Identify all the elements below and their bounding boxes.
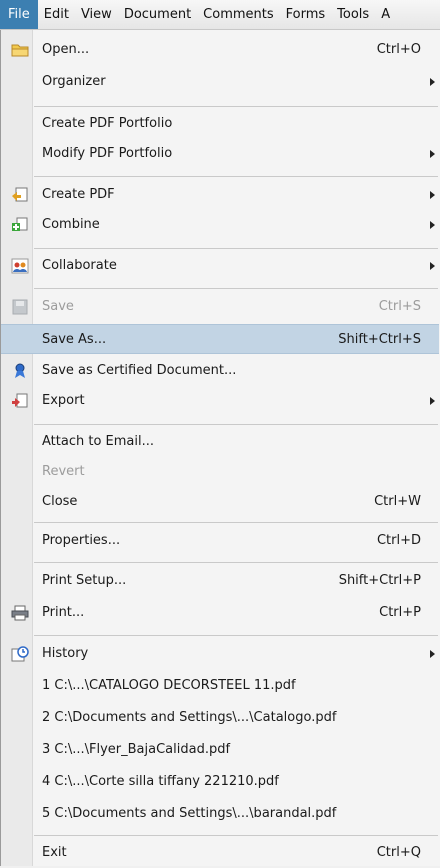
menu-item-print-setup[interactable]: Print Setup... Shift+Ctrl+P — [1, 566, 439, 596]
menu-item-label: History — [42, 646, 89, 661]
submenu-arrow-icon — [430, 262, 435, 270]
separator — [34, 635, 438, 636]
menu-item-label: 1 C:\...\CATALOGO DECORSTEEL 11.pdf — [42, 678, 296, 693]
separator — [34, 288, 438, 289]
menu-bar: File Edit View Document Comments Forms T… — [0, 0, 440, 30]
export-icon — [11, 393, 29, 409]
menu-item-label: Close — [42, 494, 78, 509]
shortcut-label: Ctrl+W — [374, 494, 421, 509]
recent-file-5[interactable]: 5 C:\Documents and Settings\...\barandal… — [1, 799, 439, 829]
certified-ribbon-icon — [11, 363, 29, 379]
menu-item-save: Save Ctrl+S — [1, 292, 439, 322]
menu-item-create-pdf-portfolio[interactable]: Create PDF Portfolio — [1, 109, 439, 139]
menu-item-label: Attach to Email... — [42, 434, 154, 449]
menu-item-combine[interactable]: Combine — [1, 210, 439, 240]
menu-item-exit[interactable]: Exit Ctrl+Q — [1, 838, 439, 868]
submenu-arrow-icon — [430, 150, 435, 158]
submenu-arrow-icon — [430, 191, 435, 199]
menu-item-attach-to-email[interactable]: Attach to Email... — [1, 427, 439, 457]
menu-document[interactable]: Document — [118, 0, 197, 29]
menu-file[interactable]: File — [0, 0, 38, 29]
menu-item-label: Create PDF Portfolio — [42, 116, 173, 131]
menu-item-revert: Revert — [1, 457, 439, 487]
menu-item-label: Save As... — [42, 332, 107, 347]
separator — [34, 522, 438, 523]
separator — [34, 106, 438, 107]
menu-item-create-pdf[interactable]: Create PDF — [1, 180, 439, 210]
menu-item-label: Save — [42, 299, 74, 314]
recent-file-3[interactable]: 3 C:\...\Flyer_BajaCalidad.pdf — [1, 735, 439, 765]
menu-item-label: Properties... — [42, 533, 121, 548]
menu-item-label: Save as Certified Document... — [42, 363, 237, 378]
menu-tools[interactable]: Tools — [331, 0, 375, 29]
separator — [34, 248, 438, 249]
menu-item-collaborate[interactable]: Collaborate — [1, 251, 439, 281]
separator — [34, 176, 438, 177]
save-icon — [11, 299, 29, 315]
menu-item-properties[interactable]: Properties... Ctrl+D — [1, 526, 439, 556]
shortcut-label: Shift+Ctrl+S — [338, 332, 421, 347]
file-menu-dropdown: Open... Ctrl+O Organizer Create PDF Port… — [0, 30, 440, 866]
submenu-arrow-icon — [430, 650, 435, 658]
recent-file-1[interactable]: 1 C:\...\CATALOGO DECORSTEEL 11.pdf — [1, 671, 439, 701]
create-pdf-icon — [11, 187, 29, 203]
menu-item-modify-pdf-portfolio[interactable]: Modify PDF Portfolio — [1, 139, 439, 169]
menu-item-label: Exit — [42, 845, 67, 860]
menu-forms[interactable]: Forms — [280, 0, 332, 29]
menu-view[interactable]: View — [75, 0, 118, 29]
menu-item-save-as-certified[interactable]: Save as Certified Document... — [1, 356, 439, 386]
menu-item-label: Create PDF — [42, 187, 115, 202]
shortcut-label: Ctrl+P — [379, 605, 421, 620]
menu-item-label: Revert — [42, 464, 85, 479]
menu-item-label: 4 C:\...\Corte silla tiffany 221210.pdf — [42, 774, 279, 789]
menu-item-history[interactable]: History — [1, 639, 439, 669]
shortcut-label: Ctrl+S — [378, 299, 421, 314]
menu-item-open[interactable]: Open... Ctrl+O — [1, 35, 439, 65]
shortcut-label: Ctrl+O — [376, 42, 421, 57]
recent-file-2[interactable]: 2 C:\Documents and Settings\...\Catalogo… — [1, 703, 439, 733]
shortcut-label: Ctrl+Q — [376, 845, 421, 860]
submenu-arrow-icon — [430, 78, 435, 86]
menu-edit[interactable]: Edit — [38, 0, 75, 29]
menu-item-label: Collaborate — [42, 258, 117, 273]
menu-item-print[interactable]: Print... Ctrl+P — [1, 598, 439, 628]
menu-item-label: Print... — [42, 605, 85, 620]
menu-item-label: Modify PDF Portfolio — [42, 146, 173, 161]
separator — [34, 562, 438, 563]
collaborate-icon — [11, 258, 29, 274]
menu-item-save-as[interactable]: Save As... Shift+Ctrl+S — [1, 324, 439, 354]
menu-item-label: Organizer — [42, 74, 106, 89]
recent-file-4[interactable]: 4 C:\...\Corte silla tiffany 221210.pdf — [1, 767, 439, 797]
combine-icon — [11, 217, 29, 233]
submenu-arrow-icon — [430, 221, 435, 229]
shortcut-label: Shift+Ctrl+P — [338, 573, 421, 588]
folder-icon — [11, 42, 29, 58]
menu-item-label: 3 C:\...\Flyer_BajaCalidad.pdf — [42, 742, 231, 757]
separator — [34, 424, 438, 425]
menu-item-label: Print Setup... — [42, 573, 127, 588]
menu-item-export[interactable]: Export — [1, 386, 439, 416]
menu-item-label: Export — [42, 393, 85, 408]
separator — [34, 835, 438, 836]
submenu-arrow-icon — [430, 397, 435, 405]
menu-comments[interactable]: Comments — [197, 0, 279, 29]
menu-item-close[interactable]: Close Ctrl+W — [1, 487, 439, 517]
history-icon — [11, 646, 29, 662]
menu-item-organizer[interactable]: Organizer — [1, 67, 439, 97]
menu-item-label: 5 C:\Documents and Settings\...\barandal… — [42, 806, 337, 821]
menu-item-label: Combine — [42, 217, 100, 232]
menu-item-label: Open... — [42, 42, 90, 57]
printer-icon — [11, 605, 29, 621]
shortcut-label: Ctrl+D — [376, 533, 421, 548]
menu-item-label: 2 C:\Documents and Settings\...\Catalogo… — [42, 710, 337, 725]
menu-advanced-truncated[interactable]: A — [375, 0, 396, 29]
